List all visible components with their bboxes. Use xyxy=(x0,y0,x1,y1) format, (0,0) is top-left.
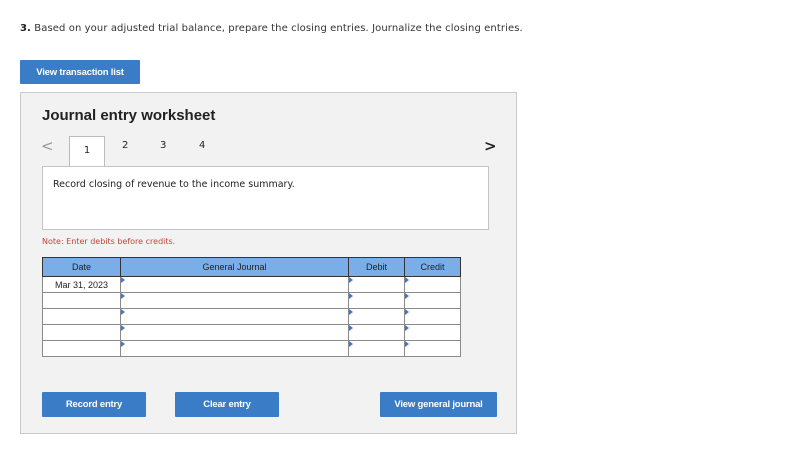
debit-input[interactable] xyxy=(348,308,405,325)
account-select[interactable] xyxy=(120,340,349,357)
credit-input[interactable] xyxy=(404,340,461,357)
tab-3[interactable]: 3 xyxy=(160,140,166,151)
record-entry-button[interactable]: Record entry xyxy=(42,392,146,417)
table-row: Mar 31, 2023 xyxy=(42,276,461,293)
chevron-left-icon[interactable]: < xyxy=(41,137,54,155)
debit-input[interactable] xyxy=(348,324,405,341)
credit-input[interactable] xyxy=(404,292,461,309)
account-select[interactable] xyxy=(120,292,349,309)
tab-4[interactable]: 4 xyxy=(199,140,205,151)
tab-2[interactable]: 2 xyxy=(122,140,128,151)
journal-table: Date General Journal Debit Credit Mar 31… xyxy=(42,257,461,357)
debit-input[interactable] xyxy=(348,292,405,309)
clear-entry-button[interactable]: Clear entry xyxy=(175,392,279,417)
view-general-journal-button[interactable]: View general journal xyxy=(380,392,497,417)
account-select[interactable] xyxy=(120,276,349,293)
date-cell xyxy=(42,340,121,357)
credit-input[interactable] xyxy=(404,308,461,325)
table-row xyxy=(42,308,461,325)
tab-1[interactable]: 1 xyxy=(69,136,105,166)
journal-entry-worksheet: Journal entry worksheet < 1 2 3 4 > Reco… xyxy=(20,92,517,434)
date-cell xyxy=(42,324,121,341)
question-number: 3. xyxy=(20,23,31,34)
credit-header: Credit xyxy=(404,257,461,277)
chevron-right-icon[interactable]: > xyxy=(484,137,497,155)
table-row xyxy=(42,340,461,357)
view-transaction-list-button[interactable]: View transaction list xyxy=(20,60,140,84)
date-cell xyxy=(42,292,121,309)
entry-description-box: Record closing of revenue to the income … xyxy=(42,166,489,230)
date-header: Date xyxy=(42,257,121,277)
credit-input[interactable] xyxy=(404,276,461,293)
credit-input[interactable] xyxy=(404,324,461,341)
table-row xyxy=(42,324,461,341)
entry-description: Record closing of revenue to the income … xyxy=(53,179,295,190)
date-cell: Mar 31, 2023 xyxy=(42,276,121,293)
account-select[interactable] xyxy=(120,308,349,325)
question-body: Based on your adjusted trial balance, pr… xyxy=(34,23,523,34)
table-row xyxy=(42,292,461,309)
account-select[interactable] xyxy=(120,324,349,341)
worksheet-title: Journal entry worksheet xyxy=(42,107,216,124)
question-text: 3. Based on your adjusted trial balance,… xyxy=(20,23,523,34)
debit-header: Debit xyxy=(348,257,405,277)
debit-input[interactable] xyxy=(348,340,405,357)
date-cell xyxy=(42,308,121,325)
general-journal-header: General Journal xyxy=(120,257,349,277)
debit-input[interactable] xyxy=(348,276,405,293)
debit-credit-note: Note: Enter debits before credits. xyxy=(42,237,176,246)
